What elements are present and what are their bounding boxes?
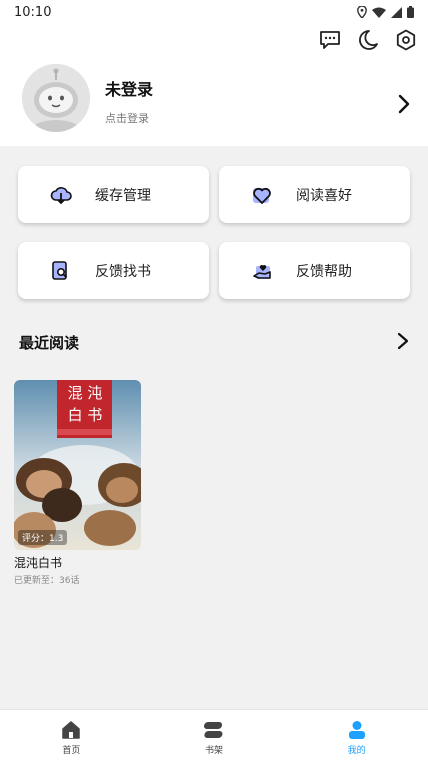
nav-mine[interactable]: 我的: [285, 710, 428, 762]
book-title[interactable]: 混沌白书: [14, 554, 141, 571]
profile-name[interactable]: 未登录: [105, 76, 153, 100]
status-bar: 10:10: [0, 0, 428, 24]
user-icon: [348, 721, 365, 739]
top-actions: [318, 28, 418, 52]
cache-management-button[interactable]: 缓存管理: [18, 166, 209, 223]
hand-heart-icon: [253, 265, 271, 279]
menu-label: 反馈找书: [95, 264, 151, 280]
menu-label: 反馈帮助: [296, 264, 352, 280]
status-icons: [357, 6, 414, 18]
book-cover[interactable]: 混 沌 白 书 评分：1.3: [14, 380, 141, 550]
settings-icon[interactable]: [394, 28, 418, 52]
signal-icon: [391, 6, 402, 18]
battery-icon: [407, 6, 414, 18]
nav-label: 我的: [347, 746, 366, 756]
cloud-download-icon: [50, 187, 72, 205]
profile-header[interactable]: 未登录 点击登录: [0, 24, 428, 146]
status-time: 10:10: [14, 4, 52, 20]
feedback-find-book-button[interactable]: 反馈找书: [18, 242, 209, 299]
night-mode-icon[interactable]: [356, 28, 380, 52]
login-prompt[interactable]: 点击登录: [105, 110, 149, 126]
nav-label: 首页: [62, 746, 81, 756]
menu-label: 缓存管理: [95, 188, 151, 204]
book-search-icon: [52, 261, 68, 280]
heart-icon: [253, 187, 271, 204]
book-card[interactable]: 混 沌 白 书 评分：1.3 混沌白书 已更新至：36话: [14, 380, 141, 586]
nav-label: 书架: [205, 746, 224, 756]
rating-badge: 评分：1.3: [18, 530, 68, 545]
wifi-icon: [372, 7, 386, 18]
nav-home[interactable]: 首页: [0, 710, 143, 762]
chevron-right-icon[interactable]: [394, 92, 414, 116]
robot-avatar-icon: [22, 64, 90, 132]
home-icon: [62, 721, 81, 739]
bookshelf-icon: [203, 722, 223, 738]
chevron-right-icon[interactable]: [394, 330, 412, 352]
nav-bookshelf[interactable]: 书架: [143, 710, 286, 762]
message-icon[interactable]: [318, 28, 342, 52]
menu-label: 阅读喜好: [296, 188, 352, 204]
location-icon: [357, 6, 367, 18]
cover-title-text: 混 沌 白 书: [67, 384, 103, 424]
bottom-nav: 首页 书架 我的: [0, 709, 428, 762]
book-progress: 已更新至：36话: [14, 576, 80, 586]
recent-reading-title: 最近阅读: [19, 334, 80, 352]
feedback-help-button[interactable]: 反馈帮助: [219, 242, 410, 299]
reading-preference-button[interactable]: 阅读喜好: [219, 166, 410, 223]
avatar[interactable]: [22, 64, 90, 132]
